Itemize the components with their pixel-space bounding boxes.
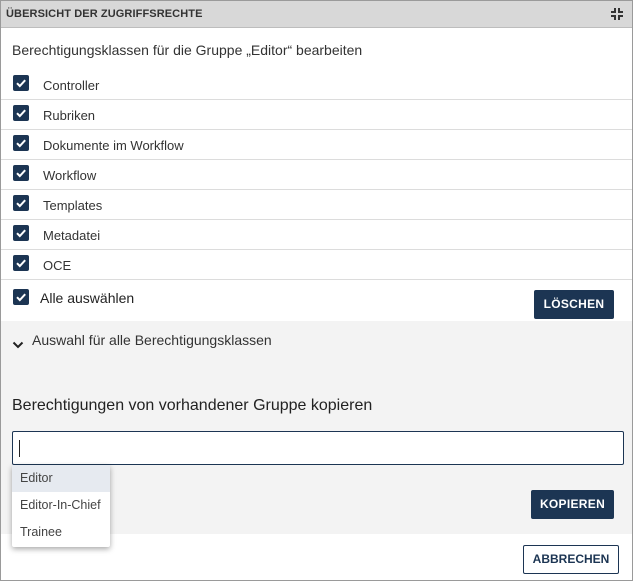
copy-button[interactable]: KOPIEREN: [531, 490, 614, 519]
dialog-title: ÜBERSICHT DER ZUGRIFFSRECHTE: [6, 8, 203, 20]
dropdown-option-trainee[interactable]: Trainee: [12, 519, 110, 546]
checkbox-checked-icon[interactable]: [13, 135, 29, 151]
permission-row-controller[interactable]: Controller: [1, 70, 632, 100]
checkbox-checked-icon[interactable]: [13, 255, 29, 271]
group-search-input[interactable]: [12, 431, 624, 465]
expander-label: Auswahl für alle Berechtigungsklassen: [32, 332, 272, 348]
intro-text: Berechtigungsklassen für die Gruppe „Edi…: [12, 42, 363, 58]
group-dropdown: Editor Editor-In-Chief Trainee: [12, 465, 110, 547]
permission-row-templates[interactable]: Templates: [1, 190, 632, 220]
permission-row-metadatei[interactable]: Metadatei: [1, 220, 632, 250]
permission-label: OCE: [43, 258, 72, 273]
permission-row-rubriken[interactable]: Rubriken: [1, 100, 632, 130]
permission-label: Templates: [43, 198, 103, 213]
text-caret: [19, 440, 20, 457]
dropdown-option-editor[interactable]: Editor: [12, 465, 110, 492]
access-rights-dialog: ÜBERSICHT DER ZUGRIFFSRECHTE Berechtigun…: [0, 0, 633, 581]
chevron-down-icon: [12, 336, 24, 354]
permission-label: Dokumente im Workflow: [43, 138, 184, 153]
permission-row-workflow[interactable]: Workflow: [1, 160, 632, 190]
checkbox-checked-icon[interactable]: [13, 225, 29, 241]
permission-label: Workflow: [43, 168, 97, 183]
collapse-arrows-icon[interactable]: [609, 6, 625, 22]
copy-section-title: Berechtigungen von vorhandener Gruppe ko…: [12, 397, 373, 414]
permission-label: Controller: [43, 78, 100, 93]
cancel-button[interactable]: ABBRECHEN: [523, 545, 619, 574]
dialog-titlebar: ÜBERSICHT DER ZUGRIFFSRECHTE: [1, 1, 632, 28]
permission-row-dokumente[interactable]: Dokumente im Workflow: [1, 130, 632, 160]
permission-list: Controller Rubriken Dokumente im Workflo…: [1, 70, 632, 280]
checkbox-checked-icon[interactable]: [13, 289, 29, 305]
checkbox-checked-icon[interactable]: [13, 195, 29, 211]
permission-label: Metadatei: [43, 228, 101, 243]
delete-button[interactable]: LÖSCHEN: [534, 290, 614, 319]
permission-label: Rubriken: [43, 108, 96, 123]
dropdown-option-editor-in-chief[interactable]: Editor-In-Chief: [12, 492, 110, 519]
permission-row-oce[interactable]: OCE: [1, 250, 632, 280]
checkbox-checked-icon[interactable]: [13, 105, 29, 121]
checkbox-checked-icon[interactable]: [13, 165, 29, 181]
checkbox-checked-icon[interactable]: [13, 75, 29, 91]
select-all-label: Alle auswählen: [40, 290, 135, 306]
